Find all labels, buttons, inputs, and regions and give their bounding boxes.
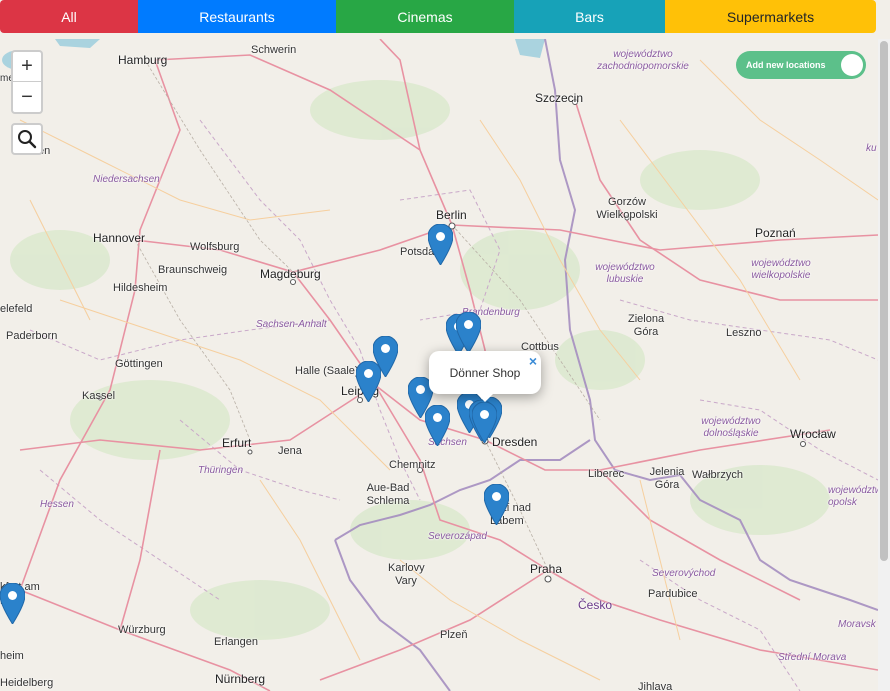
city-label: Wolfsburg [190,241,240,253]
region-label: Severovýchod [652,568,716,579]
region-label: Niedersachsen [93,174,160,185]
region-label: Moravsk [838,619,876,630]
map-pin-icon[interactable] [428,224,453,265]
region-label: województwo dolnośląskie [701,416,761,439]
map-pin-icon[interactable] [484,484,509,525]
region-label: Hessen [40,499,74,510]
popup-tip [477,394,493,402]
region-label: Střední Morava [778,652,847,663]
region-label: Thüringen [198,465,244,476]
city-label: Berlin [436,208,467,222]
city-label: Braunschweig [158,264,228,276]
city-label: Plzeň [440,629,468,641]
map-pin-icon[interactable] [425,405,450,446]
region-label: województwo zachodniopomorskie [597,49,689,72]
bay [55,39,100,48]
tab-supermarkets[interactable]: Supermarkets [665,0,876,33]
city-label: Halle (Saale) [295,365,359,377]
search-button[interactable] [11,123,43,155]
city-label: Paderborn [6,330,58,342]
map-pin-icon[interactable] [456,312,481,353]
city-label: Göttingen [115,358,163,370]
map-pin-icon[interactable] [0,583,25,624]
city-label: Praha [530,562,563,576]
zoom-control: + − [11,50,43,114]
region-label: województwo wielkopolskie [751,258,811,281]
city-label: Erfurt [222,436,252,450]
zoom-out-button[interactable]: − [13,82,41,112]
tab-all[interactable]: All [0,0,138,33]
add-locations-toggle[interactable]: Add new locations [736,51,866,79]
city-label: Jelenia Góra [649,466,685,491]
city-label: Jena [278,445,302,457]
zoom-in-button[interactable]: + [13,52,41,82]
city-label: Erlangen [214,636,259,648]
city-label: Leszno [726,327,762,339]
city-label: Heidelberg [0,677,54,689]
region-label: Sachsen-Anhalt [256,319,327,330]
region-label: województwo opolsk [828,485,878,508]
city-label: Hildesheim [113,282,168,294]
city-label: Szczecin [535,91,584,105]
city-label: Gorzów Wielkopolski [596,196,658,221]
city-label: Zielona Góra [628,313,665,338]
tab-restaurants[interactable]: Restaurants [138,0,336,33]
city-label: Karlovy Vary [388,562,425,587]
popup-title: Dönner Shop [449,365,521,380]
city-label: Pardubice [648,588,698,600]
lagoon [515,39,545,58]
city-label: Kassel [82,390,116,402]
city-label: Würzburg [118,624,166,636]
city-label: elefeld [0,303,33,315]
region-label: ku [866,143,877,154]
map-app: All Restaurants Cinemas Bars Supermarket… [0,0,890,691]
region-label: Severozápad [428,531,487,542]
location-popup: Dönner Shop × [429,351,541,402]
city-label: Poznań [755,226,796,240]
city-label: Hannover [93,231,146,245]
city-label: Jihlava [638,681,673,691]
tab-cinemas[interactable]: Cinemas [336,0,514,33]
city-label: Wałbrzych [692,469,743,481]
map-pin-icon[interactable] [356,361,381,402]
scrollbar-thumb[interactable] [880,41,888,561]
close-icon[interactable]: × [529,353,537,369]
city-label: Schwerin [251,44,297,56]
toggle-knob [841,54,863,76]
city-label: heim [0,650,24,662]
map-pin-icon[interactable] [472,402,497,443]
toggle-label: Add new locations [746,60,826,70]
city-label: Magdeburg [260,267,321,281]
city-label: Wrocław [790,427,836,441]
country-label: Česko [578,598,613,612]
city-label: Aue-Bad Schlema [366,482,410,507]
city-label: Liberec [588,468,625,480]
city-label: Nürnberg [215,672,266,686]
city-label: Chemnitz [389,459,436,471]
category-tabs: All Restaurants Cinemas Bars Supermarket… [0,0,876,33]
search-icon [18,130,37,149]
city-label: Hamburg [118,53,168,67]
tab-bars[interactable]: Bars [514,0,665,33]
region-label: województwo lubuskie [595,262,655,285]
scrollbar[interactable] [878,39,890,691]
